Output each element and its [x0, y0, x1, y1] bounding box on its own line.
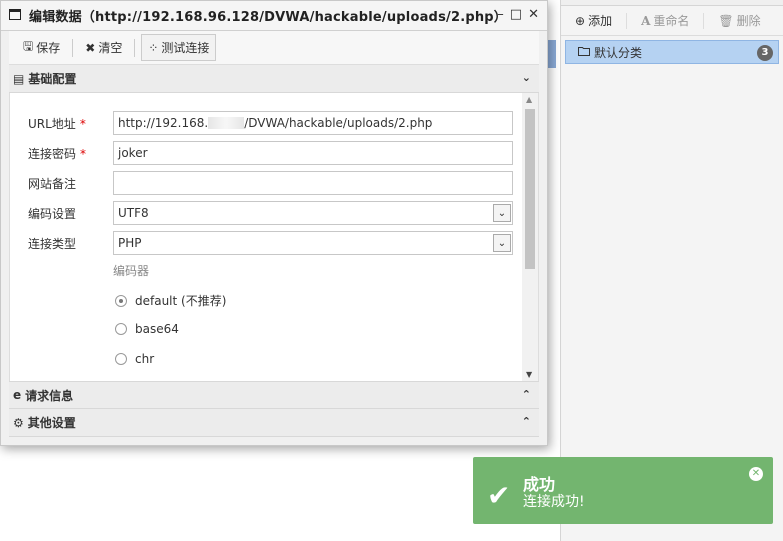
- tree-item-label: 默认分类: [594, 45, 643, 60]
- test-connection-button[interactable]: ⁘ 测试连接: [141, 34, 217, 61]
- dialog-title: 编辑数据（http://192.168.96.128/DVWA/hackable…: [29, 10, 508, 25]
- scrollbar-thumb[interactable]: [525, 109, 535, 269]
- close-button[interactable]: ✕: [528, 7, 539, 22]
- chevron-down-icon: ⌄: [493, 234, 511, 252]
- chevron-down-icon: ⌄: [521, 71, 531, 84]
- type-row: 连接类型 PHP ⌄: [28, 231, 513, 255]
- font-icon: A: [641, 13, 651, 28]
- url-label: URL地址 *: [28, 116, 86, 131]
- url-row: URL地址 * http://192.168./DVWA/hackable/upl…: [28, 111, 513, 135]
- form-scrollbar[interactable]: ▲ ▼: [522, 93, 538, 381]
- ie-icon: e: [13, 388, 22, 402]
- scroll-up-icon[interactable]: ▲: [526, 95, 532, 104]
- delete-category-button[interactable]: 🗑 删除: [718, 12, 760, 29]
- chevron-down-icon: ⌄: [493, 204, 511, 222]
- encoder-option-base64[interactable]: base64: [115, 322, 179, 336]
- note-input[interactable]: [113, 171, 513, 195]
- dialog-titlebar[interactable]: 编辑数据（http://192.168.96.128/DVWA/hackable…: [1, 1, 547, 31]
- floppy-icon: 🖫: [23, 39, 34, 53]
- password-row: 连接密码 * joker: [28, 141, 513, 165]
- section-request-info[interactable]: e 请求信息 ⌃: [9, 381, 539, 409]
- category-toolbar: ⊕ 添加 A 重命名 🗑 删除: [561, 6, 783, 36]
- window-icon: [9, 8, 21, 23]
- section-basic-config[interactable]: ▤ 基础配置 ⌄: [9, 65, 539, 93]
- minimize-button[interactable]: –: [497, 7, 504, 22]
- encoder-option-chr[interactable]: chr: [115, 352, 154, 366]
- file-text-icon: ▤: [13, 71, 25, 86]
- section-other-settings[interactable]: ⚙ 其他设置 ⌃: [9, 409, 539, 437]
- encoding-label: 编码设置: [28, 206, 77, 221]
- plus-circle-icon: ⊕: [575, 13, 586, 28]
- add-category-button[interactable]: ⊕ 添加: [575, 12, 612, 29]
- encoder-title: 编码器: [113, 264, 150, 278]
- divider: [134, 38, 136, 57]
- toast-message: 连接成功!: [523, 494, 585, 510]
- scroll-down-icon[interactable]: ▼: [526, 370, 532, 379]
- chevron-up-icon: ⌃: [521, 388, 531, 401]
- radio-button[interactable]: [115, 323, 127, 335]
- note-label: 网站备注: [28, 176, 77, 191]
- clear-button[interactable]: ✖ 清空: [79, 35, 128, 60]
- encoding-select[interactable]: UTF8 ⌄: [113, 201, 513, 225]
- spinner-icon: ⁘: [148, 40, 159, 55]
- radio-button[interactable]: [115, 294, 127, 307]
- password-label: 连接密码 *: [28, 146, 87, 161]
- radio-button[interactable]: [115, 353, 127, 365]
- save-button[interactable]: 🖫 保存: [17, 33, 66, 62]
- edit-data-dialog: 编辑数据（http://192.168.96.128/DVWA/hackable…: [0, 0, 548, 446]
- cogs-icon: ⚙: [13, 415, 24, 430]
- folder-icon: [578, 45, 590, 59]
- type-select[interactable]: PHP ⌄: [113, 231, 513, 255]
- divider: [72, 38, 74, 57]
- success-toast: ✔ 成功 连接成功! ✕: [473, 457, 773, 524]
- basic-config-form: URL地址 * http://192.168./DVWA/hackable/upl…: [9, 93, 539, 381]
- divider: [626, 12, 628, 29]
- rename-category-button[interactable]: A 重命名: [641, 12, 689, 29]
- redacted-segment: [208, 117, 245, 129]
- url-input[interactable]: http://192.168./DVWA/hackable/uploads/2.…: [113, 111, 513, 135]
- chevron-up-icon: ⌃: [521, 415, 531, 428]
- maximize-button[interactable]: □: [510, 7, 522, 22]
- divider: [703, 12, 705, 29]
- encoding-row: 编码设置 UTF8 ⌄: [28, 201, 513, 225]
- close-icon[interactable]: ✕: [749, 467, 763, 481]
- type-label: 连接类型: [28, 236, 77, 251]
- check-icon: ✔: [487, 479, 511, 512]
- count-badge: 3: [757, 45, 773, 61]
- dialog-toolbar: 🖫 保存 ✖ 清空 ⁘ 测试连接: [9, 31, 539, 65]
- tree-item-default-category[interactable]: 默认分类 3: [565, 40, 779, 64]
- password-input[interactable]: joker: [113, 141, 513, 165]
- trash-icon: 🗑: [718, 13, 734, 28]
- note-row: 网站备注: [28, 171, 513, 195]
- times-icon: ✖: [85, 40, 96, 55]
- encoder-option-default[interactable]: default (不推荐): [115, 292, 226, 309]
